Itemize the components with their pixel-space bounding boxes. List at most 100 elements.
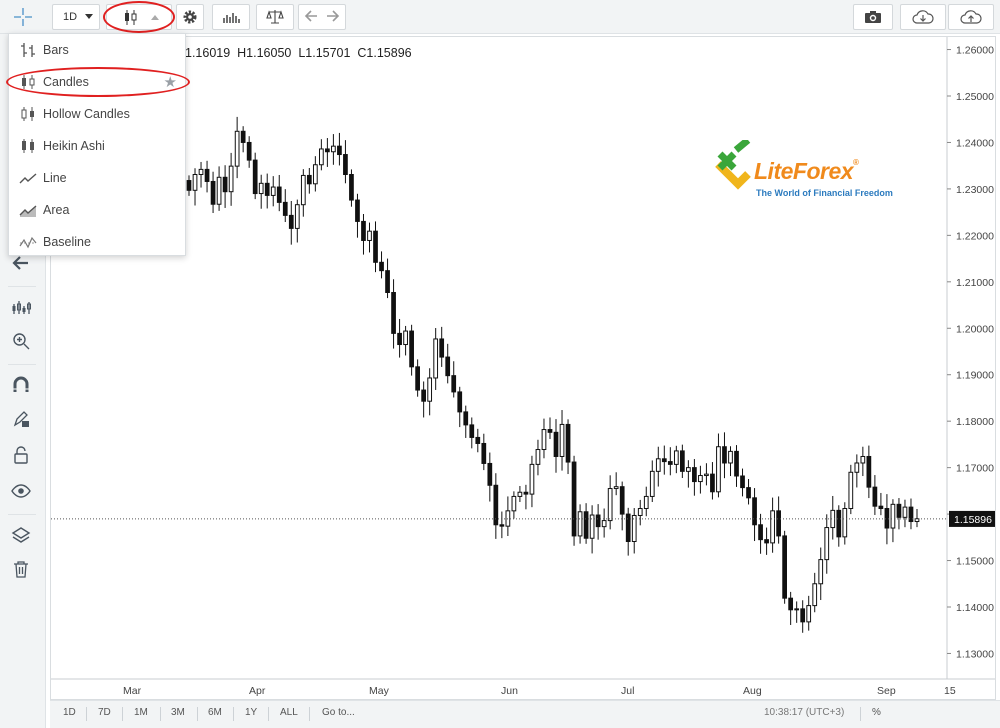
candle-body <box>204 168 210 182</box>
range-7d[interactable]: 7D <box>98 707 111 718</box>
percent-toggle[interactable]: % <box>872 707 881 718</box>
candle-body <box>902 506 908 518</box>
price-tick-label: 1.17000 <box>956 463 994 475</box>
indicators-icon <box>223 13 240 23</box>
line-icon <box>19 173 37 184</box>
candle-body <box>228 165 234 193</box>
time-tick-label: Sep <box>877 685 896 697</box>
interval-label: 1D <box>63 11 78 23</box>
range-3m[interactable]: 3M <box>171 707 185 718</box>
price-tick-label: 1.25000 <box>956 91 994 103</box>
area-icon <box>19 205 37 217</box>
candle-body <box>391 291 396 334</box>
candle-body <box>752 497 757 526</box>
save-chart-button[interactable] <box>948 4 994 30</box>
candle-body <box>529 463 535 495</box>
price-tick-label: 1.26000 <box>956 45 994 57</box>
baseline-icon <box>19 236 37 249</box>
zoom-in-icon[interactable] <box>10 330 32 352</box>
time-tick-label: Mar <box>123 685 142 697</box>
indicators-button[interactable] <box>212 4 250 30</box>
candle-body <box>661 458 667 463</box>
candle-body <box>276 186 282 203</box>
eye-icon[interactable] <box>10 480 32 502</box>
menu-item-label: Hollow Candles <box>43 107 130 121</box>
menu-item-baseline[interactable]: Baseline <box>9 226 185 258</box>
candle-body <box>198 168 204 176</box>
load-chart-button[interactable] <box>900 4 946 30</box>
candle-body <box>294 204 300 229</box>
candle-body <box>511 495 517 512</box>
candle-body <box>806 605 812 623</box>
candle-body <box>451 375 457 393</box>
interval-dropdown[interactable]: 1D <box>52 4 100 30</box>
menu-item-hollow-candles[interactable]: Hollow Candles <box>9 98 185 130</box>
range-all[interactable]: ALL <box>280 707 298 718</box>
unlock-icon[interactable] <box>10 444 32 466</box>
candle-body <box>222 176 228 193</box>
candle-body <box>234 130 240 167</box>
layers-icon[interactable] <box>10 524 32 546</box>
menu-item-area[interactable]: Area <box>9 194 185 226</box>
candle-body <box>421 389 427 402</box>
candle-body <box>192 174 198 191</box>
candle-body <box>842 508 848 538</box>
candle-body <box>631 514 637 542</box>
candle-body <box>746 487 751 499</box>
candle-body <box>565 423 571 463</box>
menu-item-label: Line <box>43 171 67 185</box>
candle-body <box>210 180 216 205</box>
bottom-bar: 1D 7D 1M 3M 6M 1Y ALL Go to... 10:38:17 … <box>50 700 1000 728</box>
candle-body <box>547 429 553 433</box>
time-tick-label: 15 <box>944 685 956 697</box>
candle-body <box>379 261 384 272</box>
redo-icon[interactable] <box>326 9 340 25</box>
range-1m[interactable]: 1M <box>134 707 148 718</box>
settings-button[interactable] <box>176 4 204 30</box>
candle-body <box>692 467 697 483</box>
time-tick-label: Aug <box>743 685 762 697</box>
scale-icon <box>266 10 284 24</box>
trash-icon[interactable] <box>10 558 32 580</box>
candle-body <box>884 508 890 529</box>
range-separator <box>86 707 87 721</box>
menu-item-heikin-ashi[interactable]: Heikin Ashi <box>9 130 185 162</box>
compare-button[interactable] <box>256 4 294 30</box>
candle-body <box>463 411 469 426</box>
candle-body <box>770 510 775 544</box>
magnet-icon[interactable] <box>10 374 32 396</box>
patterns-icon[interactable] <box>10 296 32 318</box>
goto-button[interactable]: Go to... <box>322 707 355 718</box>
last-price-label: 1.15896 <box>954 514 992 526</box>
candle-body <box>800 608 806 623</box>
candle-body <box>673 450 679 465</box>
cloud-upload-icon <box>960 10 982 24</box>
candle-body <box>818 559 824 585</box>
candle-body <box>625 513 631 542</box>
undo-icon[interactable] <box>304 9 318 25</box>
range-6m[interactable]: 6M <box>208 707 222 718</box>
pencil-lock-icon[interactable] <box>10 408 32 430</box>
candle-body <box>433 338 439 379</box>
menu-item-line[interactable]: Line <box>9 162 185 194</box>
snapshot-button[interactable] <box>853 4 893 30</box>
crosshair-icon[interactable] <box>12 6 34 28</box>
range-1y[interactable]: 1Y <box>245 707 257 718</box>
candle-body <box>403 330 408 346</box>
candle-body <box>595 514 601 528</box>
candle-body <box>523 491 529 495</box>
candle-body <box>577 511 583 537</box>
price-tick-label: 1.22000 <box>956 230 994 242</box>
candle-body <box>698 475 703 483</box>
candle-body <box>619 486 625 515</box>
price-tick-label: 1.23000 <box>956 184 994 196</box>
top-toolbar: 1D <box>0 0 1000 34</box>
range-1d[interactable]: 1D <box>63 707 76 718</box>
menu-item-bars[interactable]: Bars <box>9 34 185 66</box>
candle-body <box>457 391 463 413</box>
candle-body <box>872 486 878 507</box>
candle-body <box>264 182 270 196</box>
candle-body <box>246 141 252 161</box>
range-separator <box>309 707 310 721</box>
chart-pane[interactable]: 1.16019 H1.16050 L1.15701 C1.15896 1.260… <box>50 36 996 700</box>
